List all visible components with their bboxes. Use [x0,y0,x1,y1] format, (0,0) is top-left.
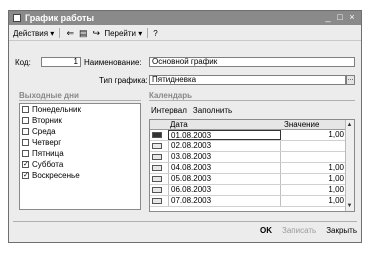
table-row[interactable]: 03.08.2003 [150,152,346,163]
actions-menu-label: Действия [13,28,49,38]
table-header: Дата Значение [150,120,346,130]
date-cell[interactable]: 05.08.2003 [168,174,281,184]
back-arrow-icon[interactable]: ⇐ [65,28,75,39]
scroll-up-arrow-icon[interactable]: ▲ [346,121,353,129]
day-item-thursday[interactable]: Четверг [20,137,140,148]
row-icon [152,198,162,204]
row-icon [152,143,162,149]
maximize-button[interactable]: □ [335,13,345,22]
window-app-icon [13,14,21,22]
help-button[interactable]: ? [153,29,157,38]
day-item-friday[interactable]: Пятница [20,148,140,159]
date-cell[interactable]: 06.08.2003 [168,185,281,195]
goto-menu-label: Перейти [104,28,137,38]
day-item-sunday[interactable]: ✓ Воскресенье [20,170,140,181]
calendar-divider [149,100,355,101]
day-label: Вторник [32,116,62,125]
column-header-value[interactable]: Значение [284,120,319,129]
toolbar-separator [59,28,61,38]
day-label: Пятница [32,149,64,158]
scroll-down-arrow-icon[interactable]: ▼ [346,202,353,210]
code-field[interactable]: 1 [41,57,81,67]
day-item-wednesday[interactable]: Среда [20,126,140,137]
row-icon [152,132,162,138]
goto-menu[interactable]: Перейти ▾ [104,29,142,38]
value-cell[interactable]: 1,00 [328,163,344,173]
value-cell[interactable]: 1,00 [328,174,344,184]
date-cell[interactable]: 02.08.2003 [168,141,281,151]
footer-divider [13,221,357,222]
minimize-button[interactable]: _ [323,13,333,22]
day-label: Понедельник [32,105,81,114]
table-row[interactable]: 05.08.2003 1,00 [150,174,346,185]
toolbar-separator [147,28,149,38]
dialog-buttons: OK Записать Закрыть [260,226,357,235]
actions-menu[interactable]: Действия ▾ [13,29,54,38]
row-icon [152,187,162,193]
day-label: Среда [32,127,56,136]
code-label: Код: [15,58,31,67]
row-icon [152,176,162,182]
date-cell[interactable]: 01.08.2003 [168,130,281,140]
fill-button[interactable]: Заполнить [193,106,232,115]
table-row[interactable]: 04.08.2003 1,00 [150,163,346,174]
toolbar: Действия ▾ ⇐ ▤ ↪ Перейти ▾ ? [9,26,361,41]
title-bar[interactable]: График работы _ □ × [9,11,361,25]
row-icon [152,154,162,160]
calendar-table: Дата Значение 01.08.2003 1,00 02.08.2003 … [149,119,355,212]
date-cell[interactable]: 03.08.2003 [168,152,281,162]
save-button[interactable]: Записать [282,226,316,235]
table-row[interactable]: 07.08.2003 1,00 [150,196,346,207]
date-cell[interactable]: 07.08.2003 [168,196,281,206]
schedule-type-field[interactable]: Пятидневка [149,75,346,85]
schedule-type-label: Тип графика: [99,76,148,85]
window-title: График работы [25,13,95,23]
days-off-divider [19,100,141,101]
value-cell[interactable]: 1,00 [328,185,344,195]
day-checkbox[interactable] [22,128,29,135]
close-button[interactable]: Закрыть [326,226,357,235]
schedule-window: График работы _ □ × Действия ▾ ⇐ ▤ ↪ Пер… [8,10,362,243]
link-icon[interactable]: ↪ [91,28,101,39]
table-scrollbar[interactable]: ▲ ▼ [345,120,354,211]
day-label: Четверг [32,138,62,147]
table-row[interactable]: 02.08.2003 [150,141,346,152]
day-checkbox[interactable] [22,139,29,146]
column-header-date[interactable]: Дата [170,120,188,129]
value-cell[interactable]: 1,00 [328,196,344,206]
day-label: Суббота [32,160,64,169]
name-field[interactable]: Основной график [149,57,355,67]
day-checkbox[interactable]: ✓ [22,161,29,168]
calendar-toolbar: Интервал Заполнить [151,106,232,115]
name-label: Наименование: [84,58,142,67]
document-icon[interactable]: ▤ [78,28,88,39]
schedule-type-select-button[interactable]: ... [346,75,355,85]
day-item-tuesday[interactable]: Вторник [20,115,140,126]
table-row[interactable]: 06.08.2003 1,00 [150,185,346,196]
row-icon [152,165,162,171]
day-checkbox[interactable] [22,150,29,157]
table-row[interactable]: 01.08.2003 1,00 [150,130,346,141]
day-item-monday[interactable]: Понедельник [20,104,140,115]
day-checkbox[interactable] [22,117,29,124]
calendar-group-title: Календарь [149,91,193,100]
days-off-list: Понедельник Вторник Среда Четверг Пятниц… [19,103,141,210]
day-label: Воскресенье [32,171,80,180]
day-item-saturday[interactable]: ✓ Суббота [20,159,140,170]
day-checkbox[interactable] [22,106,29,113]
value-cell[interactable]: 1,00 [328,130,344,140]
day-checkbox[interactable]: ✓ [22,172,29,179]
days-off-group-title: Выходные дни [19,91,79,100]
interval-button[interactable]: Интервал [151,106,187,115]
ok-button[interactable]: OK [260,226,272,235]
close-window-button[interactable]: × [347,13,357,22]
date-cell[interactable]: 04.08.2003 [168,163,281,173]
